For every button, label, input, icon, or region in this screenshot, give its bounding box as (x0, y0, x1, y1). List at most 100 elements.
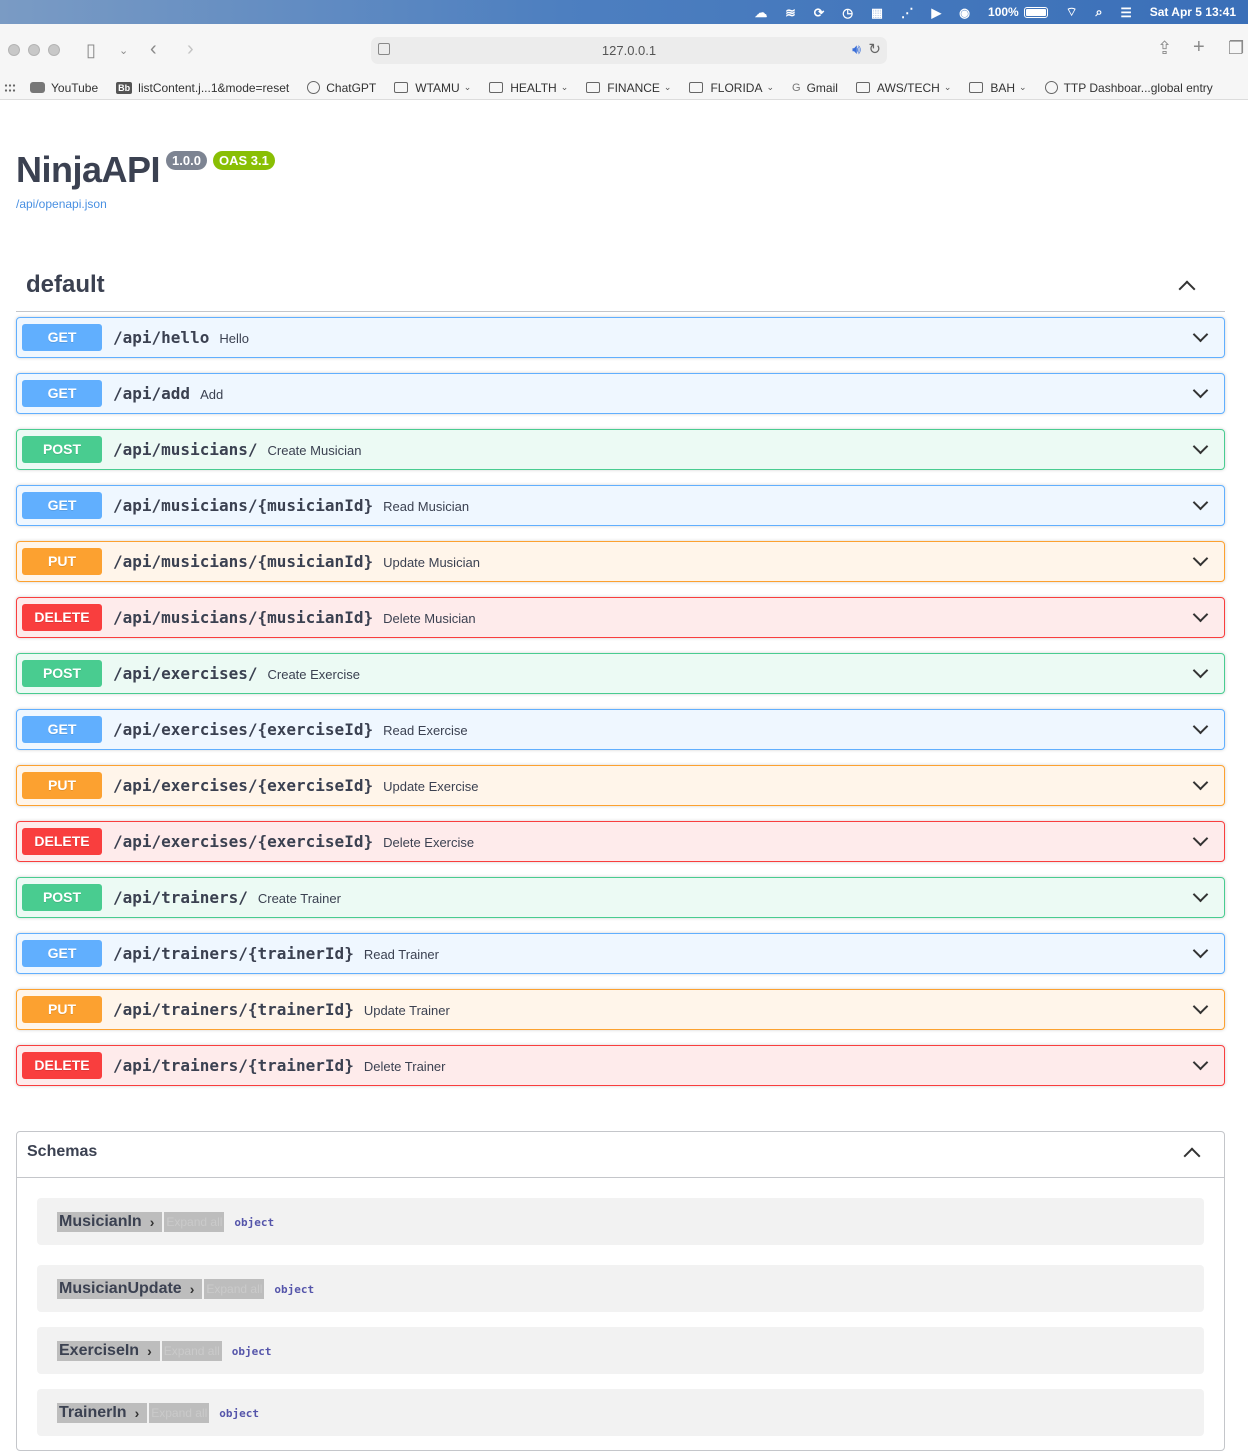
battery-icon (1023, 6, 1048, 18)
operation-delete-row[interactable]: DELETE/api/musicians/{musicianId} Delete … (16, 597, 1225, 638)
model-name[interactable]: MusicianIn (57, 1212, 144, 1232)
schema-model-row[interactable]: MusicianUpdate › Expand all object (37, 1265, 1204, 1312)
model-name[interactable]: TrainerIn (57, 1403, 129, 1423)
operation-put-row[interactable]: PUT/api/musicians/{musicianId} Update Mus… (16, 541, 1225, 582)
zoom-window-button[interactable] (48, 44, 60, 56)
chevron-down-icon[interactable] (1192, 494, 1209, 511)
audio-playing-icon[interactable]: 🔊︎ (852, 41, 861, 58)
stack-app-icon[interactable]: ≋ (785, 5, 795, 20)
model-title: MusicianIn › Expand all object (57, 1212, 274, 1232)
bookmark-ttp-dashboard[interactable]: TTP Dashboar...global entry (1044, 81, 1213, 95)
chevron-down-icon[interactable] (1192, 662, 1209, 679)
chevron-down-icon[interactable] (1192, 382, 1209, 399)
operation-get-row[interactable]: GET/api/hello Hello (16, 317, 1225, 358)
chevron-down-icon[interactable] (1192, 942, 1209, 959)
user-icon[interactable]: ◉ (959, 5, 970, 20)
operation-post-row[interactable]: POST/api/exercises/Create Exercise (16, 653, 1225, 694)
chevron-down-icon[interactable] (1192, 606, 1209, 623)
bookmark-gmail[interactable]: G Gmail (792, 81, 838, 95)
bookmark-youtube[interactable]: YouTube (30, 81, 98, 95)
operation-get-row[interactable]: GET/api/trainers/{trainerId} Read Trainer (16, 933, 1225, 974)
chevron-up-icon[interactable] (1183, 1147, 1201, 1165)
bookmark-folder-aws-tech[interactable]: AWS/TECH ⌄ (855, 81, 951, 95)
operation-path-text: /api/musicians/ (113, 440, 258, 459)
chevron-right-icon[interactable]: › (128, 1403, 148, 1423)
operation-summary: Update Exercise (383, 779, 479, 794)
control-center-icon[interactable]: ☰ (1121, 5, 1132, 20)
tab-overview-icon[interactable]: ❐ (1228, 39, 1244, 57)
chevron-right-icon[interactable]: › (183, 1279, 203, 1299)
tag-section-default[interactable]: default (16, 259, 1225, 312)
chevron-up-icon[interactable] (1178, 280, 1196, 298)
chevron-down-icon[interactable] (1192, 1054, 1209, 1071)
bookmark-folder-florida[interactable]: FLORIDA ⌄ (689, 81, 774, 95)
bookmark-chatgpt[interactable]: ChatGPT (307, 81, 376, 95)
chevron-down-icon[interactable] (1192, 438, 1209, 455)
wifi-icon[interactable]: ⌔ (1066, 4, 1078, 20)
operation-get-row[interactable]: GET/api/add Add (16, 373, 1225, 414)
operation-get-row[interactable]: GET/api/musicians/{musicianId} Read Music… (16, 485, 1225, 526)
operation-get-row[interactable]: GET/api/exercises/{exerciseId} Read Exerc… (16, 709, 1225, 750)
address-bar[interactable]: 127.0.0.1 🔊︎ ↻ (371, 37, 887, 64)
apps-grid-icon[interactable] (4, 82, 16, 93)
cloud-app-icon[interactable]: ☁ (755, 5, 768, 20)
sync-app-icon[interactable]: ⟳ (814, 5, 824, 20)
chevron-down-icon[interactable] (1192, 326, 1209, 343)
model-name[interactable]: MusicianUpdate (57, 1279, 184, 1299)
chevron-down-icon[interactable] (1192, 774, 1209, 791)
chevron-down-icon[interactable] (1192, 550, 1209, 567)
operation-path: /api/exercises/Create Exercise (113, 664, 360, 683)
bookmark-folder-bah[interactable]: BAH ⌄ (969, 81, 1027, 95)
share-icon[interactable]: ⇪ (1157, 39, 1172, 57)
http-method-badge: POST (22, 660, 102, 687)
play-icon[interactable]: ▶ (931, 5, 941, 20)
forward-icon[interactable]: › (187, 39, 194, 59)
back-icon[interactable]: ‹ (150, 39, 157, 59)
battery-indicator[interactable]: 100% (988, 5, 1048, 19)
operation-post-row[interactable]: POST/api/trainers/Create Trainer (16, 877, 1225, 918)
new-tab-icon[interactable]: + (1193, 37, 1205, 57)
window-layout-icon[interactable]: ▦ (871, 5, 883, 20)
folder-icon (489, 82, 504, 93)
chevron-down-icon[interactable] (1192, 718, 1209, 735)
http-method-badge: GET (22, 940, 102, 967)
bookmark-folder-finance[interactable]: FINANCE ⌄ (586, 81, 671, 95)
chevron-down-icon[interactable] (1192, 998, 1209, 1015)
chevron-right-icon[interactable]: › (141, 1341, 160, 1361)
schemas-header[interactable]: Schemas (17, 1132, 1224, 1178)
chevron-right-icon[interactable]: › (143, 1212, 163, 1232)
close-window-button[interactable] (8, 44, 20, 56)
tab-group-chevron-icon[interactable]: ⌄ (119, 42, 128, 60)
reload-icon[interactable]: ↻ (868, 40, 881, 58)
minimize-window-button[interactable] (28, 44, 40, 56)
spotlight-search-icon[interactable]: ⌕ (1096, 5, 1103, 20)
chevron-down-icon[interactable] (1192, 886, 1209, 903)
api-title: NinjaAPI (16, 149, 161, 190)
dots-app-icon[interactable]: ⋰ (901, 5, 914, 20)
model-name[interactable]: ExerciseIn (57, 1341, 142, 1361)
bookmark-blackboard[interactable]: Bb listContent.j...1&mode=reset (116, 81, 289, 95)
bookmark-folder-wtamu[interactable]: WTAMU ⌄ (394, 81, 471, 95)
schema-model-row[interactable]: TrainerIn › Expand all object (37, 1389, 1204, 1436)
operation-post-row[interactable]: POST/api/musicians/Create Musician (16, 429, 1225, 470)
menubar-clock[interactable]: Sat Apr 5 13:41 (1150, 5, 1236, 19)
operation-summary: Create Exercise (267, 667, 360, 682)
operation-delete-row[interactable]: DELETE/api/exercises/{exerciseId} Delete … (16, 821, 1225, 862)
operation-put-row[interactable]: PUT/api/trainers/{trainerId} Update Train… (16, 989, 1225, 1030)
operation-delete-row[interactable]: DELETE/api/trainers/{trainerId} Delete Tr… (16, 1045, 1225, 1086)
operation-path: /api/musicians/{musicianId} Read Musician (113, 496, 469, 515)
expand-all-button[interactable]: Expand all (161, 1341, 222, 1361)
sidebar-toggle-icon[interactable]: ▯ (86, 41, 96, 59)
schema-model-row[interactable]: ExerciseIn › Expand all object (37, 1327, 1204, 1374)
operation-path: /api/musicians/{musicianId} Delete Musici… (113, 608, 476, 627)
blackboard-icon: Bb (116, 81, 133, 94)
chevron-down-icon[interactable] (1192, 830, 1209, 847)
expand-all-button[interactable]: Expand all (149, 1403, 210, 1423)
operation-put-row[interactable]: PUT/api/exercises/{exerciseId} Update Exe… (16, 765, 1225, 806)
schema-model-row[interactable]: MusicianIn › Expand all object (37, 1198, 1204, 1245)
expand-all-button[interactable]: Expand all (164, 1212, 225, 1232)
expand-all-button[interactable]: Expand all (204, 1279, 265, 1299)
openapi-spec-link[interactable]: /api/openapi.json (16, 197, 275, 211)
bookmark-folder-health[interactable]: HEALTH ⌄ (489, 81, 568, 95)
time-machine-icon[interactable]: ◷ (842, 5, 853, 20)
